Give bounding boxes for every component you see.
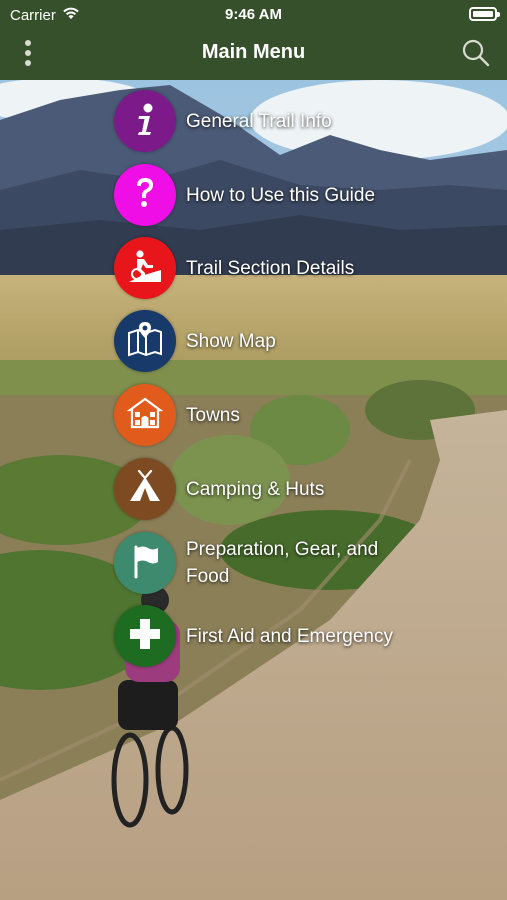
menu-item-how-to-use[interactable]: How to Use this Guide bbox=[114, 164, 444, 226]
main-menu-list: General Trail Info How to Use this Guide bbox=[0, 80, 507, 680]
menu-item-label: Preparation, Gear, and Food bbox=[186, 539, 379, 587]
menu-item-label: Towns bbox=[186, 404, 240, 426]
menu-item-icon-circle bbox=[114, 384, 176, 446]
info-icon bbox=[125, 99, 165, 144]
menu-item-icon-circle bbox=[114, 458, 176, 520]
page-title: Main Menu bbox=[201, 41, 306, 63]
menu-item-show-map[interactable]: Show Map bbox=[114, 310, 444, 372]
status-bar: Carrier 9:46 AM bbox=[0, 0, 507, 28]
map-icon bbox=[125, 319, 165, 364]
menu-item-icon-circle bbox=[114, 90, 176, 152]
menu-item-icon-circle bbox=[114, 164, 176, 226]
navigation-bar: Main Menu bbox=[0, 28, 507, 80]
menu-item-label: Trail Section Details bbox=[186, 257, 355, 279]
menu-item-trail-section-details[interactable]: Trail Section Details bbox=[114, 237, 444, 299]
menu-item-label: Camping & Huts bbox=[186, 478, 325, 500]
building-icon bbox=[125, 393, 165, 438]
question-icon bbox=[125, 173, 165, 218]
menu-item-label: How to Use this Guide bbox=[186, 184, 376, 206]
flag-icon bbox=[125, 541, 165, 586]
menu-item-first-aid-emergency[interactable]: First Aid and Emergency bbox=[114, 605, 444, 667]
menu-item-towns[interactable]: Towns bbox=[114, 384, 444, 446]
menu-item-general-trail-info[interactable]: General Trail Info bbox=[114, 90, 444, 152]
menu-item-icon-circle bbox=[114, 605, 176, 667]
menu-item-label: First Aid and Emergency bbox=[186, 625, 393, 647]
status-time: 9:46 AM bbox=[225, 6, 282, 23]
menu-item-icon-circle bbox=[114, 310, 176, 372]
menu-item-preparation-gear-food[interactable]: Preparation, Gear, and Food bbox=[114, 532, 444, 594]
search-icon[interactable] bbox=[459, 36, 493, 70]
top-bar: Carrier 9:46 AM Main Menu bbox=[0, 0, 507, 80]
menu-item-icon-circle bbox=[114, 237, 176, 299]
battery-icon bbox=[469, 7, 500, 21]
first-aid-icon bbox=[125, 614, 165, 659]
menu-item-label: General Trail Info bbox=[186, 110, 332, 132]
cyclist-icon bbox=[125, 246, 165, 291]
menu-item-label: Show Map bbox=[186, 330, 276, 352]
menu-item-icon-circle bbox=[114, 532, 176, 594]
tent-icon bbox=[125, 467, 165, 512]
menu-item-camping-huts[interactable]: Camping & Huts bbox=[114, 458, 444, 520]
